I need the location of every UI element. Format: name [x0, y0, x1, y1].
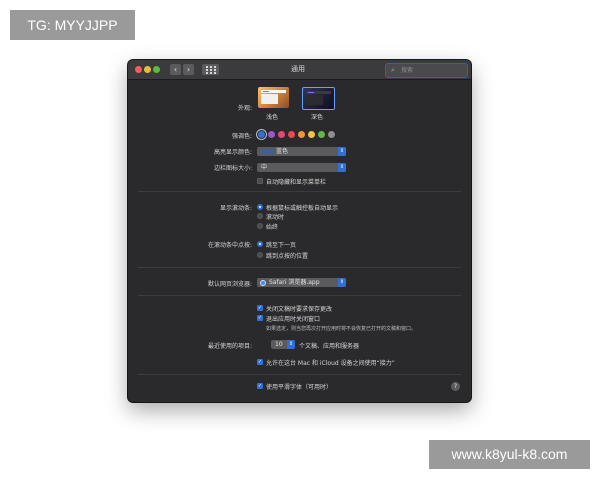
help-button[interactable]: ?	[451, 382, 460, 391]
separator	[138, 267, 461, 268]
show-all-button[interactable]	[202, 64, 219, 75]
highlight-color-popup[interactable]: 蓝色 ⇕	[257, 147, 346, 156]
separator	[138, 295, 461, 296]
scroll-bars-auto-radio[interactable]	[257, 204, 263, 210]
search-field[interactable]: ⌕ 搜索	[385, 63, 468, 78]
appearance-dark-label: 深色	[311, 114, 324, 121]
handoff-checkbox[interactable]: ✓	[257, 359, 263, 365]
scroll-bars-when-scrolling-label: 滚动时	[266, 214, 285, 221]
appearance-light-label: 浅色	[266, 114, 279, 121]
jump-next-page-label: 跳至下一页	[266, 242, 297, 249]
chevron-updown-icon: ⇕	[338, 278, 346, 287]
accent-color-swatch[interactable]	[288, 131, 295, 138]
close-window-button[interactable]	[135, 66, 142, 73]
chevron-updown-icon: ⇕	[338, 163, 346, 172]
default-browser-value: Safari 浏览器.app	[269, 279, 320, 286]
close-windows-on-quit-label: 退出应用时关闭窗口	[266, 316, 321, 323]
safari-icon	[260, 279, 266, 286]
sidebar-icon-size-label: 边栏图标大小:	[213, 165, 252, 172]
minimize-window-button[interactable]	[144, 66, 151, 73]
recent-items-label: 最近使用的项目:	[207, 343, 252, 350]
font-smoothing-checkbox[interactable]: ✓	[257, 383, 263, 389]
question-icon: ?	[453, 383, 458, 390]
back-button[interactable]: ‹	[170, 64, 181, 75]
title-bar: ‹ › 通用 ⌕ 搜索	[128, 60, 471, 80]
watermark-bottom-right: www.k8yul-k8.com	[429, 440, 590, 469]
forward-button[interactable]: ›	[183, 64, 194, 75]
scroll-bars-when-scrolling-radio[interactable]	[257, 213, 263, 219]
font-smoothing-label: 使用平滑字体（可用时）	[266, 384, 333, 391]
jump-next-page-radio[interactable]	[257, 241, 263, 247]
highlight-color-label: 高亮显示颜色:	[213, 149, 252, 156]
accent-color-swatch[interactable]	[318, 131, 325, 138]
recent-items-suffix: 个文稿、应用和服务器	[299, 343, 360, 350]
appearance-dark-thumbnail[interactable]	[302, 87, 335, 110]
grid-icon	[202, 64, 219, 75]
search-placeholder: 搜索	[401, 67, 414, 74]
highlight-color-value: 蓝色	[276, 148, 289, 155]
sidebar-icon-size-value: 中	[261, 164, 268, 171]
appearance-light-thumbnail[interactable]	[258, 87, 289, 108]
accent-color-swatch[interactable]	[298, 131, 305, 138]
accent-color-swatch[interactable]	[278, 131, 285, 138]
chevron-right-icon: ›	[186, 65, 191, 74]
click-scroll-bar-label: 在滚动条中点按:	[207, 242, 252, 249]
ask-keep-changes-label: 关闭文稿时要求保存更改	[266, 306, 333, 313]
close-windows-on-quit-checkbox[interactable]: ✓	[257, 315, 263, 321]
scroll-bars-always-radio[interactable]	[257, 223, 263, 229]
magnifier-icon: ⌕	[391, 66, 395, 74]
accent-color-swatch[interactable]	[258, 131, 265, 138]
default-browser-popup[interactable]: Safari 浏览器.app ⇕	[257, 278, 346, 287]
auto-hide-menubar-label: 自动隐藏和显示菜单栏	[266, 179, 327, 186]
chevron-left-icon: ‹	[173, 65, 178, 74]
default-browser-label: 默认网页浏览器:	[207, 281, 252, 288]
close-windows-note: 如果选定，则当您再次打开应用时将不会恢复已打开的文稿和窗口。	[266, 326, 417, 332]
appearance-label: 外观:	[237, 105, 252, 112]
accent-color-swatch[interactable]	[268, 131, 275, 138]
ask-keep-changes-checkbox[interactable]: ✓	[257, 305, 263, 311]
system-preferences-window: ‹ › 通用 ⌕ 搜索 外观: 浅色 深色 强调色: 高亮显示颜色: 蓝色 ⇕ …	[128, 60, 471, 402]
separator	[138, 374, 461, 375]
accent-color-swatch[interactable]	[308, 131, 315, 138]
scroll-bars-always-label: 始终	[266, 224, 279, 231]
accent-color-swatch[interactable]	[328, 131, 335, 138]
window-title: 通用	[291, 65, 305, 73]
jump-clicked-spot-radio[interactable]	[257, 252, 263, 258]
chevron-updown-icon: ⇕	[287, 340, 295, 349]
zoom-window-button[interactable]	[153, 66, 160, 73]
show-scroll-bars-label: 显示滚动条:	[219, 205, 252, 212]
auto-hide-menubar-checkbox[interactable]	[257, 178, 263, 184]
recent-items-popup[interactable]: 10 ⇕	[271, 340, 295, 349]
watermark-top-left: TG: MYYJJPP	[10, 10, 135, 40]
highlight-swatch	[261, 149, 273, 154]
scroll-bars-auto-label: 根据鼠标或触控板自动显示	[266, 205, 339, 212]
chevron-updown-icon: ⇕	[338, 147, 346, 156]
separator	[138, 191, 461, 192]
jump-clicked-spot-label: 跳到点按的位置	[266, 253, 309, 260]
handoff-label: 允许在这台 Mac 和 iCloud 设备之间使用“接力”	[266, 360, 395, 367]
recent-items-value: 10	[275, 341, 283, 348]
sidebar-icon-size-popup[interactable]: 中 ⇕	[257, 163, 346, 172]
accent-color-label: 强调色:	[231, 133, 252, 140]
